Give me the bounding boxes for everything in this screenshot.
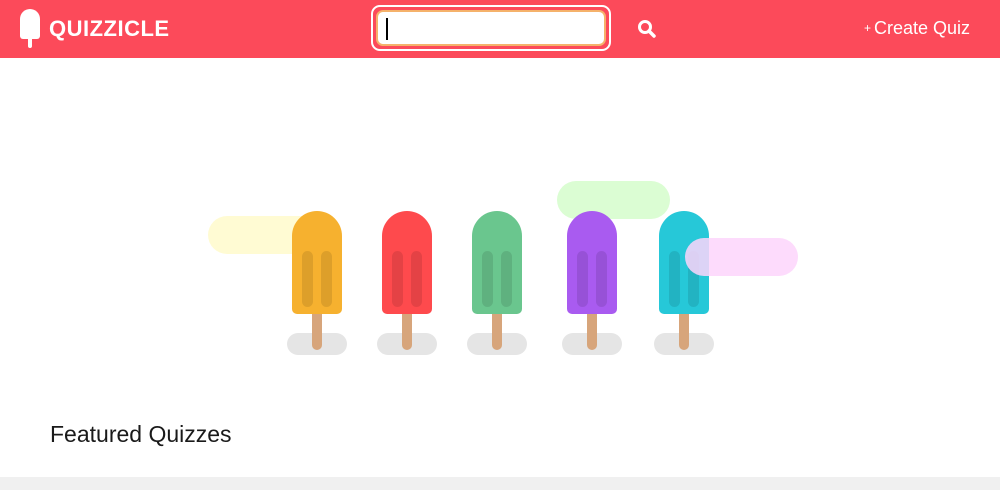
search-box xyxy=(371,5,611,51)
plus-icon: + xyxy=(863,21,871,35)
popsicle-illustration xyxy=(562,211,622,361)
search-button[interactable] xyxy=(636,18,658,40)
popsicle-illustration xyxy=(377,211,437,361)
create-quiz-label: Create Quiz xyxy=(873,18,970,38)
popsicle-illustration xyxy=(287,211,347,361)
popsicle-illustration xyxy=(467,211,527,361)
content-section-divider xyxy=(0,477,1000,490)
top-nav-bar: QUIZZICLE + Create Quiz xyxy=(0,0,1000,58)
text-caret xyxy=(386,18,388,40)
search-icon xyxy=(638,20,656,38)
search-input[interactable] xyxy=(376,10,606,46)
popsicle-icon xyxy=(20,9,40,49)
hero-illustration xyxy=(0,58,1000,388)
popsicle-illustration xyxy=(654,211,714,361)
create-quiz-link[interactable]: + Create Quiz xyxy=(864,17,970,39)
brand-name: QUIZZICLE xyxy=(49,16,170,41)
featured-quizzes-heading: Featured Quizzes xyxy=(50,421,232,447)
brand-logo[interactable]: QUIZZICLE xyxy=(20,9,170,49)
decorative-blob xyxy=(685,238,798,276)
